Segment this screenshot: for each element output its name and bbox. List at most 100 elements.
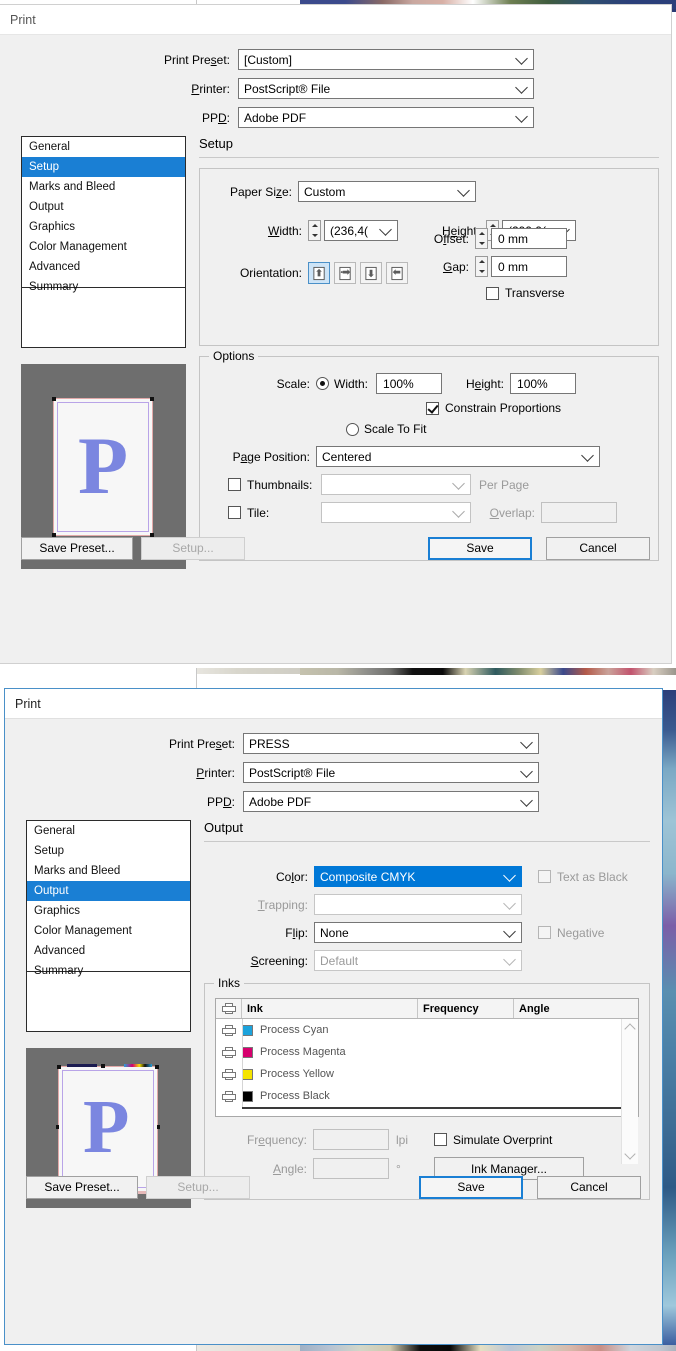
save-button[interactable]: Save xyxy=(428,536,532,560)
chevron-down-icon xyxy=(519,765,533,779)
cancel-button[interactable]: Cancel xyxy=(546,536,650,560)
trapping-label: Trapping: xyxy=(257,897,308,912)
scale-width-field[interactable]: 100% xyxy=(376,373,443,394)
scale-width-radio[interactable] xyxy=(316,377,329,390)
offset-stepper[interactable] xyxy=(475,228,488,249)
gap-stepper[interactable] xyxy=(475,256,488,277)
chevron-down-icon xyxy=(514,110,528,124)
ink-print-toggle[interactable] xyxy=(216,1046,242,1058)
print-dialog-output: Print Print Preset: PRESS Printer: PostS… xyxy=(4,688,663,1345)
ppd-value: Adobe PDF xyxy=(244,110,307,125)
scroll-up-icon[interactable] xyxy=(622,1021,638,1037)
scale-to-fit-label: Scale To Fit xyxy=(364,422,427,436)
color-value: Composite CMYK xyxy=(320,869,416,884)
settings-nav-list-output[interactable]: General Setup Marks and Bleed Output Gra… xyxy=(26,820,191,977)
print-preset-row: Print Preset: [Custom] xyxy=(0,49,671,70)
ink-color-swatch xyxy=(242,1090,253,1102)
page-position-select[interactable]: Centered xyxy=(316,446,600,467)
scale-height-field[interactable]: 100% xyxy=(510,373,577,394)
chevron-down-icon xyxy=(502,953,516,967)
inks-frequency-column-header: Frequency xyxy=(418,999,514,1018)
save-button[interactable]: Save xyxy=(419,1175,523,1199)
ppd-select[interactable]: Adobe PDF xyxy=(238,107,534,128)
offset-field[interactable]: 0 mm xyxy=(491,228,567,249)
inks-table-header: Ink Frequency Angle xyxy=(216,999,638,1019)
sidebar-item-setup[interactable]: Setup xyxy=(27,841,190,861)
frequency-unit: lpi xyxy=(396,1132,409,1147)
sidebar-item-advanced[interactable]: Advanced xyxy=(22,257,185,277)
save-preset-button[interactable]: Save Preset... xyxy=(21,536,133,560)
thumbnails-checkbox[interactable] xyxy=(228,478,241,491)
chevron-down-icon xyxy=(456,184,470,198)
sidebar-item-graphics[interactable]: Graphics xyxy=(27,901,190,921)
dialog-footer-setup: Save Preset... Setup... Save Cancel xyxy=(0,525,671,571)
frequency-label: Frequency: xyxy=(246,1132,307,1147)
printer-icon xyxy=(222,1024,236,1036)
print-preset-select[interactable]: PRESS xyxy=(243,733,539,754)
sidebar-item-graphics[interactable]: Graphics xyxy=(22,217,185,237)
sidebar-item-color-management[interactable]: Color Management xyxy=(27,921,190,941)
thumbnails-label: Thumbnails: xyxy=(247,477,313,492)
inks-column-divider xyxy=(242,1019,243,1107)
sidebar-item-setup[interactable]: Setup xyxy=(22,157,185,177)
constrain-proportions-checkbox[interactable] xyxy=(426,401,439,415)
color-select[interactable]: Composite CMYK xyxy=(314,866,522,887)
inks-table[interactable]: Ink Frequency Angle Process Cyan Process… xyxy=(215,998,639,1164)
sidebar-item-output[interactable]: Output xyxy=(27,881,190,901)
sidebar-item-color-management[interactable]: Color Management xyxy=(22,237,185,257)
screening-value: Default xyxy=(320,953,359,968)
sidebar-item-general[interactable]: General xyxy=(27,821,190,841)
ppd-select[interactable]: Adobe PDF xyxy=(243,791,539,812)
ink-name: Process Yellow xyxy=(260,1068,334,1080)
inks-table-body[interactable]: Process Cyan Process Magenta Process Yel xyxy=(216,1019,638,1164)
simulate-overprint-checkbox[interactable] xyxy=(434,1133,447,1146)
scroll-down-icon[interactable] xyxy=(622,1146,638,1162)
ink-print-toggle[interactable] xyxy=(216,1024,242,1036)
sidebar-item-marks-and-bleed[interactable]: Marks and Bleed xyxy=(22,177,185,197)
sidebar-item-output[interactable]: Output xyxy=(22,197,185,217)
inks-scrollbar[interactable] xyxy=(621,1019,638,1164)
sidebar-item-advanced[interactable]: Advanced xyxy=(27,941,190,961)
flip-select[interactable]: None xyxy=(314,922,522,943)
printer-icon xyxy=(222,1046,236,1058)
orientation-portrait-flipped-button[interactable] xyxy=(360,262,382,284)
paper-size-select[interactable]: Custom xyxy=(298,181,476,202)
gap-field[interactable]: 0 mm xyxy=(491,256,567,277)
thumbnails-select[interactable] xyxy=(321,474,471,495)
width-field[interactable]: (236,4( xyxy=(324,220,398,241)
ink-print-toggle[interactable] xyxy=(216,1090,242,1102)
width-stepper[interactable] xyxy=(308,220,321,241)
table-row[interactable]: Process Cyan xyxy=(216,1019,638,1041)
orientation-button-group[interactable] xyxy=(308,262,408,284)
cancel-button[interactable]: Cancel xyxy=(537,1175,641,1199)
gap-label: Gap: xyxy=(442,259,469,274)
printer-select[interactable]: PostScript® File xyxy=(238,78,534,99)
overlap-field[interactable] xyxy=(541,502,617,523)
transverse-checkbox[interactable] xyxy=(486,286,499,300)
setup-button: Setup... xyxy=(146,1175,250,1199)
table-row[interactable]: Process Black xyxy=(216,1085,638,1107)
tile-select[interactable] xyxy=(321,502,471,523)
save-preset-button[interactable]: Save Preset... xyxy=(26,1175,138,1199)
preview-registration-mark xyxy=(56,1125,59,1129)
page-portrait-flipped-icon xyxy=(364,266,377,280)
scale-to-fit-radio[interactable] xyxy=(346,422,359,436)
dialog-titlebar-output: Print xyxy=(5,689,662,719)
table-row[interactable]: Process Yellow xyxy=(216,1063,638,1085)
printer-select[interactable]: PostScript® File xyxy=(243,762,539,783)
preview-registration-mark xyxy=(101,1064,105,1068)
ink-color-swatch xyxy=(242,1068,253,1080)
tile-checkbox[interactable] xyxy=(228,506,241,519)
orientation-landscape-button[interactable] xyxy=(334,262,356,284)
orientation-portrait-button[interactable] xyxy=(308,262,330,284)
sidebar-item-general[interactable]: General xyxy=(22,137,185,157)
table-row[interactable]: Process Magenta xyxy=(216,1041,638,1063)
settings-nav-list-setup[interactable]: General Setup Marks and Bleed Output Gra… xyxy=(21,136,186,293)
ink-print-toggle[interactable] xyxy=(216,1068,242,1080)
inks-list-separator xyxy=(242,1107,622,1109)
sidebar-item-marks-and-bleed[interactable]: Marks and Bleed xyxy=(27,861,190,881)
print-preset-label: Print Preset: xyxy=(163,52,230,67)
preview-corner-mark xyxy=(150,397,154,401)
print-preset-select[interactable]: [Custom] xyxy=(238,49,534,70)
flip-value: None xyxy=(320,925,349,940)
